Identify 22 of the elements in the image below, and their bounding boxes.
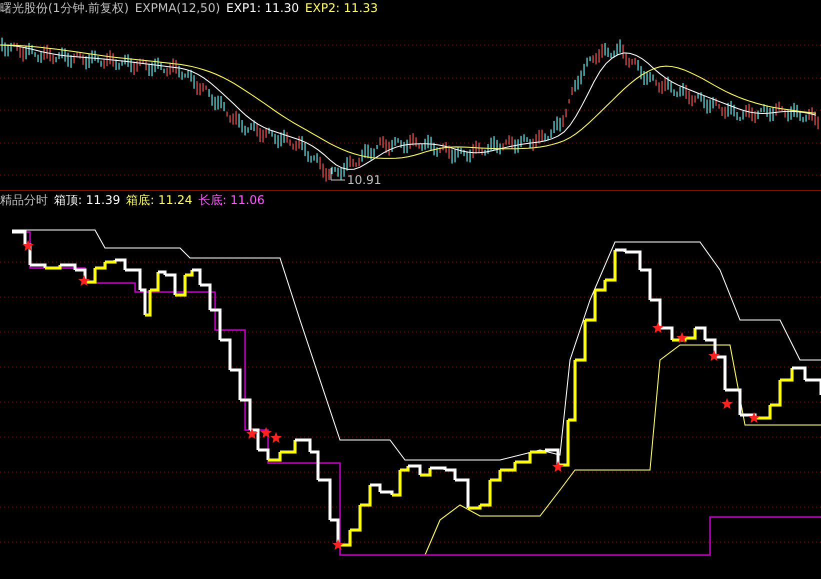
legend-value: 长底: 11.06	[198, 192, 265, 208]
star-icon	[332, 539, 344, 550]
legend-value: 箱底: 11.24	[126, 192, 192, 208]
star-icon	[270, 432, 282, 443]
legend-value: 箱顶: 11.39	[54, 192, 120, 208]
star-icon	[652, 322, 664, 333]
chart-title: 精品分时	[0, 192, 48, 208]
star-icon	[552, 461, 564, 472]
star-icon	[246, 428, 258, 439]
price-label: 10.91	[347, 173, 382, 187]
star-icon	[748, 412, 760, 423]
star-icon	[78, 275, 90, 286]
low-arrow-icon	[330, 168, 346, 180]
star-icon	[721, 398, 733, 409]
legend-value: EXP2: 11.33	[305, 0, 378, 16]
chart-title: 曙光股份(1分钟.前复权)	[0, 0, 129, 16]
star-icon	[708, 350, 720, 361]
legend-value: EXP1: 11.30	[226, 0, 300, 16]
star-icon	[676, 332, 688, 343]
star-icon	[260, 427, 272, 438]
indicator-name: EXPMA(12,50)	[134, 0, 220, 16]
star-icon	[22, 240, 34, 251]
